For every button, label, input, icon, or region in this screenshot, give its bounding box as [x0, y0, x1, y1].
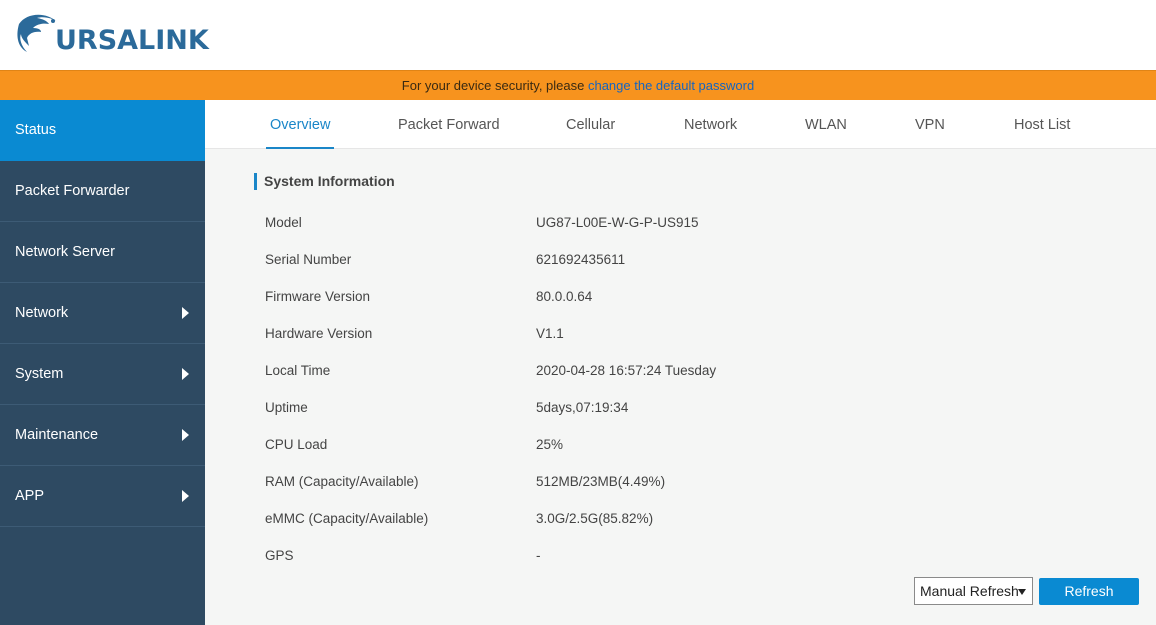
- info-value: 512MB/23MB(4.49%): [536, 474, 666, 489]
- info-value: 3.0G/2.5G(85.82%): [536, 511, 654, 526]
- info-value: 621692435611: [536, 252, 626, 267]
- info-value: 5days,07:19:34: [536, 400, 629, 415]
- main-content: Overview Packet Forward Cellular Network…: [205, 100, 1156, 625]
- info-label: Firmware Version: [265, 289, 371, 304]
- info-label: GPS: [265, 548, 294, 563]
- refresh-mode-select[interactable]: Manual Refresh: [914, 577, 1033, 605]
- info-row-model: Model UG87-L00E-W-G-P-US915: [265, 213, 1065, 233]
- sidebar-item-system[interactable]: System: [0, 344, 205, 405]
- info-row-emmc: eMMC (Capacity/Available) 3.0G/2.5G(85.8…: [265, 509, 1065, 529]
- sidebar-item-label: System: [15, 366, 64, 382]
- chevron-right-icon: [182, 429, 189, 441]
- sidebar: Status Packet Forwarder Network Server N…: [0, 100, 205, 625]
- info-label: Hardware Version: [265, 326, 373, 341]
- header: URSALINK: [0, 0, 1156, 70]
- tab-packet-forward[interactable]: Packet Forward: [398, 100, 500, 149]
- info-row-firmware-version: Firmware Version 80.0.0.64: [265, 287, 1065, 307]
- refresh-mode-value: Manual Refresh: [920, 583, 1019, 599]
- tab-vpn[interactable]: VPN: [915, 100, 945, 149]
- info-value: UG87-L00E-W-G-P-US915: [536, 215, 699, 230]
- logo-text: URSALINK: [55, 24, 209, 56]
- tab-host-list[interactable]: Host List: [1014, 100, 1070, 149]
- info-label: eMMC (Capacity/Available): [265, 511, 429, 526]
- sidebar-item-network-server[interactable]: Network Server: [0, 222, 205, 283]
- bear-head-logo-icon: [17, 14, 58, 52]
- chevron-right-icon: [182, 490, 189, 502]
- info-label: Model: [265, 215, 302, 230]
- chevron-right-icon: [182, 307, 189, 319]
- info-label: Uptime: [265, 400, 308, 415]
- info-row-local-time: Local Time 2020-04-28 16:57:24 Tuesday: [265, 361, 1065, 381]
- sidebar-item-label: APP: [15, 488, 45, 504]
- info-value: 2020-04-28 16:57:24 Tuesday: [536, 363, 717, 378]
- info-row-uptime: Uptime 5days,07:19:34: [265, 398, 1065, 418]
- tab-cellular[interactable]: Cellular: [566, 100, 615, 149]
- info-row-gps: GPS -: [265, 546, 1065, 566]
- chevron-right-icon: [182, 368, 189, 380]
- sidebar-item-network[interactable]: Network: [0, 283, 205, 344]
- sidebar-item-maintenance[interactable]: Maintenance: [0, 405, 205, 466]
- notice-text: For your device security, please: [401, 78, 588, 93]
- section-title: System Information: [254, 173, 395, 190]
- security-notice-bar: For your device security, please change …: [0, 70, 1156, 100]
- info-value: 25%: [536, 437, 564, 452]
- tab-wlan[interactable]: WLAN: [805, 100, 847, 149]
- info-label: CPU Load: [265, 437, 328, 452]
- info-row-serial-number: Serial Number 621692435611: [265, 250, 1065, 270]
- sidebar-item-app[interactable]: APP: [0, 466, 205, 527]
- sidebar-item-label: Status: [15, 122, 57, 138]
- refresh-button[interactable]: Refresh: [1039, 578, 1139, 605]
- tab-overview[interactable]: Overview: [265, 100, 335, 149]
- change-password-link[interactable]: change the default password: [588, 78, 754, 93]
- sidebar-item-packet-forwarder[interactable]: Packet Forwarder: [0, 161, 205, 222]
- info-label: Serial Number: [265, 252, 352, 267]
- info-value: -: [536, 548, 541, 563]
- info-label: RAM (Capacity/Available): [265, 474, 419, 489]
- sidebar-item-label: Maintenance: [15, 427, 99, 443]
- info-row-ram: RAM (Capacity/Available) 512MB/23MB(4.49…: [265, 472, 1065, 492]
- info-row-hardware-version: Hardware Version V1.1: [265, 324, 1065, 344]
- sidebar-item-label: Network Server: [15, 244, 115, 260]
- caret-down-icon: [1018, 589, 1026, 595]
- info-value: 80.0.0.64: [536, 289, 593, 304]
- info-value: V1.1: [536, 326, 564, 341]
- info-row-cpu-load: CPU Load 25%: [265, 435, 1065, 455]
- tab-bar: Overview Packet Forward Cellular Network…: [205, 100, 1156, 149]
- sidebar-item-label: Network: [15, 305, 69, 321]
- ursalink-logo[interactable]: URSALINK: [13, 10, 209, 60]
- info-label: Local Time: [265, 363, 331, 378]
- sidebar-item-label: Packet Forwarder: [15, 183, 130, 199]
- tab-network[interactable]: Network: [684, 100, 737, 149]
- sidebar-item-status[interactable]: Status: [0, 100, 205, 161]
